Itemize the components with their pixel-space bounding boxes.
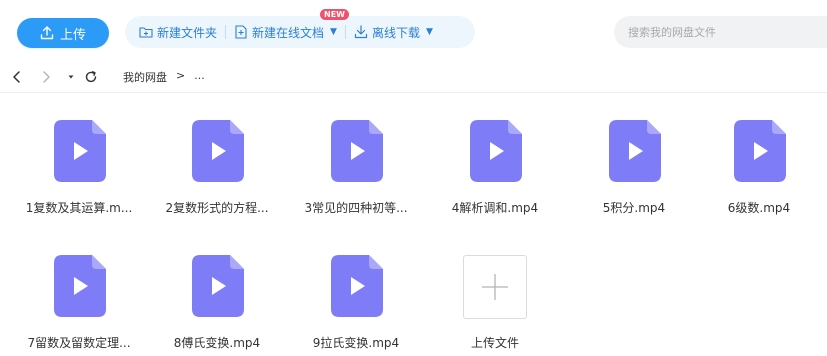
history-dropdown-icon[interactable] xyxy=(64,70,78,84)
video-file-icon xyxy=(192,255,244,317)
offline-download-button[interactable]: 离线下载 ▼ xyxy=(346,16,441,48)
navigation-bar: 我的网盘 > ... xyxy=(0,62,827,93)
video-file-icon xyxy=(331,120,383,182)
new-folder-label: 新建文件夹 xyxy=(157,25,218,40)
file-name: 7留数及留数定理... xyxy=(27,336,131,350)
breadcrumb-root[interactable]: 我的网盘 xyxy=(123,69,167,85)
breadcrumb-more[interactable]: ... xyxy=(194,69,205,85)
file-name: 6级数.mp4 xyxy=(727,201,791,215)
new-folder-button[interactable]: 新建文件夹 xyxy=(131,16,225,48)
refresh-icon[interactable] xyxy=(84,70,98,84)
breadcrumb-separator: > xyxy=(176,69,186,82)
new-folder-icon xyxy=(139,27,153,38)
new-online-doc-button[interactable]: 新建在线文档 ▼ xyxy=(226,16,345,48)
breadcrumb: 我的网盘 > ... xyxy=(123,69,205,85)
video-file-icon xyxy=(609,120,661,182)
back-arrow-icon[interactable] xyxy=(10,70,24,84)
file-item[interactable]: 9拉氏变换.mp4 xyxy=(288,255,424,355)
video-file-icon xyxy=(54,120,106,182)
upload-button[interactable]: 上传 xyxy=(17,18,109,48)
search-input[interactable] xyxy=(626,24,820,40)
video-file-icon xyxy=(734,120,786,182)
video-file-icon xyxy=(331,255,383,317)
download-icon xyxy=(354,25,368,39)
offline-download-label: 离线下载 xyxy=(371,25,420,40)
upload-file-label[interactable]: 上传文件 xyxy=(428,334,562,351)
file-name: 3常见的四种初等... xyxy=(304,201,408,215)
video-file-icon xyxy=(54,255,106,317)
chevron-down-icon: ▼ xyxy=(330,27,337,37)
search-box xyxy=(614,16,827,48)
file-item[interactable]: 4解析调和.mp4 xyxy=(427,120,563,220)
file-name: 5积分.mp4 xyxy=(602,201,666,215)
file-name: 9拉氏变换.mp4 xyxy=(312,336,400,350)
file-item[interactable]: 8傅氏变换.mp4 xyxy=(149,255,285,355)
file-name: 4解析调和.mp4 xyxy=(451,201,539,215)
file-name: 2复数形式的方程... xyxy=(165,201,269,215)
file-item[interactable]: 3常见的四种初等... xyxy=(288,120,424,220)
file-name: 1复数及其运算.m... xyxy=(25,201,133,215)
upload-icon xyxy=(40,26,54,40)
plus-icon xyxy=(482,274,508,300)
chevron-down-icon: ▼ xyxy=(425,27,433,37)
new-badge: NEW xyxy=(320,9,349,20)
action-group: 新建文件夹 新建在线文档 ▼ 离线下载 ▼ NEW xyxy=(125,9,475,48)
forward-arrow-icon[interactable] xyxy=(39,70,53,84)
file-name: 8傅氏变换.mp4 xyxy=(173,336,261,350)
new-doc-label: 新建在线文档 xyxy=(252,25,325,40)
file-item[interactable]: 5积分.mp4 xyxy=(566,120,702,220)
file-item[interactable]: 1复数及其运算.m... xyxy=(11,120,147,220)
file-item[interactable]: 7留数及留数定理... xyxy=(11,255,147,355)
new-doc-icon xyxy=(235,25,247,39)
video-file-icon xyxy=(192,120,244,182)
upload-button-label: 上传 xyxy=(59,27,86,43)
top-toolbar: 上传 新建文件夹 新建在线文档 ▼ 离线下载 ▼ NEW xyxy=(0,0,827,62)
file-item[interactable]: 2复数形式的方程... xyxy=(149,120,285,220)
video-file-icon xyxy=(470,120,522,182)
file-item[interactable]: 6级数.mp4 xyxy=(691,120,827,220)
upload-file-tile[interactable] xyxy=(463,255,527,319)
